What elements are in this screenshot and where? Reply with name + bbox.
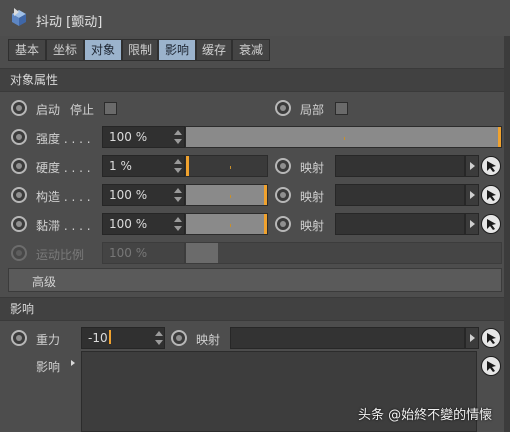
stiffness-map-radio[interactable] [275, 158, 291, 174]
intensity-value: 100 % [109, 130, 148, 144]
advanced-expand-icon[interactable] [14, 8, 19, 16]
viscosity-map-label: 映射 [300, 219, 325, 233]
gravity-animate-radio[interactable] [11, 330, 27, 346]
viscosity-map-pick-icon[interactable] [481, 214, 501, 234]
gravity-map-menu-arrow[interactable] [465, 327, 479, 349]
tab-coordinates[interactable]: 坐标 [46, 39, 84, 61]
viscosity-map-radio[interactable] [275, 216, 291, 232]
viscosity-stepper[interactable] [174, 217, 182, 231]
structure-map-link[interactable] [335, 184, 465, 206]
tab-cache[interactable]: 缓存 [196, 39, 232, 61]
start-label: 启动 [36, 103, 61, 117]
gravity-value: -10 [88, 331, 108, 345]
gravity-map-radio[interactable] [171, 330, 187, 346]
cube-object-icon [12, 10, 26, 26]
tab-basic[interactable]: 基本 [8, 39, 46, 61]
gravity-label: 重力 [36, 333, 61, 347]
advanced-label: 高级 [32, 275, 57, 289]
stiffness-animate-radio[interactable] [11, 158, 27, 174]
viscosity-map-menu-arrow[interactable] [465, 213, 479, 235]
structure-slider[interactable] [185, 184, 268, 206]
motion-ratio-field: 100 % [102, 242, 185, 264]
intensity-slider[interactable] [185, 126, 502, 148]
stiffness-slider[interactable] [185, 155, 268, 177]
vertical-scrollbar[interactable] [504, 36, 510, 432]
structure-map-label: 映射 [300, 190, 325, 204]
structure-animate-radio[interactable] [11, 187, 27, 203]
stiffness-map-label: 映射 [300, 161, 325, 175]
stiffness-value: 1 % [109, 159, 132, 173]
gravity-stepper[interactable] [155, 331, 163, 345]
viscosity-label: 黏滞 . . . . [36, 219, 91, 233]
gravity-field[interactable]: -10 [81, 327, 165, 349]
influence-list-label: 影响 [36, 360, 61, 374]
stiffness-field[interactable]: 1 % [102, 155, 185, 177]
stiffness-stepper[interactable] [174, 159, 182, 173]
intensity-animate-radio[interactable] [11, 129, 27, 145]
stiffness-label: 硬度 . . . . [36, 161, 91, 175]
gravity-map-pick-icon[interactable] [481, 328, 501, 348]
influence-list-expand-icon[interactable] [71, 360, 75, 366]
gravity-map-link[interactable] [230, 327, 465, 349]
viscosity-map-link[interactable] [335, 213, 465, 235]
stiffness-map-pick-icon[interactable] [481, 156, 501, 176]
structure-map-menu-arrow[interactable] [465, 184, 479, 206]
intensity-label: 强度 . . . . [36, 132, 91, 146]
local-animate-radio[interactable] [275, 100, 291, 116]
local-label: 局部 [300, 103, 325, 117]
stop-label: 停止 [70, 103, 95, 117]
tab-limits[interactable]: 限制 [122, 39, 158, 61]
structure-stepper[interactable] [174, 188, 182, 202]
structure-label: 构造 . . . . [36, 190, 91, 204]
motion-ratio-value: 100 % [109, 246, 148, 260]
structure-field[interactable]: 100 % [102, 184, 185, 206]
viscosity-slider[interactable] [185, 213, 268, 235]
motion-ratio-label: 运动比例 [36, 248, 85, 262]
section-object-properties: 对象属性 [0, 68, 510, 92]
stiffness-map-link[interactable] [335, 155, 465, 177]
stiffness-map-menu-arrow[interactable] [465, 155, 479, 177]
viscosity-value: 100 % [109, 217, 148, 231]
tab-falloff[interactable]: 衰减 [232, 39, 270, 61]
tab-object[interactable]: 对象 [84, 39, 122, 61]
text-cursor [108, 330, 111, 344]
local-checkbox[interactable] [335, 102, 348, 115]
intensity-stepper[interactable] [174, 130, 182, 144]
stop-checkbox[interactable] [104, 102, 117, 115]
tab-influence[interactable]: 影响 [158, 39, 196, 61]
structure-map-radio[interactable] [275, 187, 291, 203]
animate-radio[interactable] [11, 100, 27, 116]
motion-ratio-slider [185, 242, 502, 264]
gravity-map-label: 映射 [196, 333, 221, 347]
influence-list-pick-icon[interactable] [481, 356, 501, 376]
motion-ratio-animate-radio [11, 245, 27, 261]
structure-value: 100 % [109, 188, 148, 202]
viscosity-field[interactable]: 100 % [102, 213, 185, 235]
structure-map-pick-icon[interactable] [481, 185, 501, 205]
watermark-text: 头条 @始終不變的情懐 [358, 408, 493, 423]
object-title: 抖动 [颤动] [36, 15, 103, 30]
advanced-group[interactable] [8, 268, 502, 292]
viscosity-animate-radio[interactable] [11, 216, 27, 232]
intensity-field[interactable]: 100 % [102, 126, 185, 148]
section-influence: 影响 [0, 297, 510, 321]
